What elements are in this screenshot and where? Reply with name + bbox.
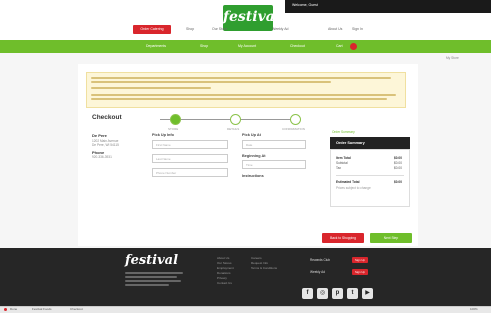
nav-link-sign-in[interactable]: Sign In — [352, 25, 363, 34]
footer-link[interactable]: Our Stores — [217, 261, 232, 265]
phone-input[interactable]: Phone Number — [152, 168, 228, 177]
item-total-value: $0.00 — [394, 156, 402, 160]
next-step-button[interactable]: Next Step — [370, 233, 412, 243]
summary-tag: Order Summary — [332, 130, 355, 134]
step-details[interactable] — [230, 114, 241, 125]
summary-divider — [336, 175, 404, 176]
nav2-shop[interactable]: Shop — [200, 40, 208, 53]
estimated-total-label: Estimated Total — [336, 180, 360, 184]
store-address-line: De Pere, WI 54115 — [92, 143, 119, 147]
instructions-heading: Instructions — [242, 174, 264, 178]
summary-line-value: $0.00 — [394, 166, 402, 170]
footer-logo[interactable]: festival — [125, 253, 178, 268]
nav-link-weekly-ad[interactable]: Weekly Ad — [272, 25, 288, 34]
weekly-ad-label: Weekly Ad — [310, 270, 325, 274]
zoom-level[interactable]: 100% — [470, 307, 478, 311]
summary-line-label: Subtotal — [336, 161, 348, 165]
nav2-departments[interactable]: Departments — [146, 40, 166, 53]
back-to-shopping-button[interactable]: Back to Shopping — [322, 233, 364, 243]
nav2-my-account[interactable]: My Account — [238, 40, 256, 53]
summary-note: Prices subject to change — [336, 186, 371, 190]
status-text: Checkout — [70, 307, 83, 311]
summary-line-label: Tax — [336, 166, 341, 170]
notice-banner — [86, 72, 406, 108]
step-label-store: STORE — [168, 127, 179, 131]
twitter-icon[interactable]: t — [347, 288, 358, 299]
pickup-date-select[interactable]: Date — [242, 140, 306, 149]
store-phone[interactable]: 920-336-3931 — [92, 155, 112, 159]
order-catering-button[interactable]: Order Catering — [133, 25, 171, 34]
pinterest-icon[interactable]: p — [332, 288, 343, 299]
item-total-label: Item Total — [336, 156, 351, 160]
cart-icon[interactable] — [350, 43, 357, 50]
instagram-icon[interactable]: ◎ — [317, 288, 328, 299]
pickup-info-heading: Pick Up Info — [152, 133, 174, 137]
notice-text-line — [91, 81, 331, 83]
footer-link[interactable]: About Us — [217, 256, 229, 260]
footer-link[interactable]: Careers — [251, 256, 262, 260]
footer-blurb-line — [125, 284, 169, 286]
primary-nav: Order Catering Shop Our Store Weekly Ad … — [0, 22, 491, 34]
step-confirmation[interactable] — [290, 114, 301, 125]
nav2-cart[interactable]: Cart — [336, 40, 343, 53]
footer-link[interactable]: Contact Us — [217, 281, 232, 285]
step-label-details: DETAILS — [227, 127, 240, 131]
nav-link-our-store[interactable]: Our Store — [212, 25, 227, 34]
last-name-input[interactable]: Last Name — [152, 154, 228, 163]
my-store-link[interactable]: My Store — [446, 56, 459, 60]
pickup-at-heading: Pick Up At — [242, 133, 261, 137]
notice-text-line — [91, 98, 387, 100]
youtube-icon[interactable]: ▶ — [362, 288, 373, 299]
status-text: Done — [10, 307, 18, 311]
rewards-label: Rewards Club — [310, 258, 331, 262]
summary-line-value: $0.00 — [394, 161, 402, 165]
status-text: Festival Foods — [32, 307, 52, 311]
facebook-icon[interactable]: f — [302, 288, 313, 299]
notice-text-line — [91, 94, 396, 96]
footer-blurb-line — [125, 280, 181, 282]
beginning-at-heading: Beginning At — [242, 154, 266, 158]
estimated-total-value: $0.00 — [394, 180, 402, 184]
footer-link[interactable]: Employment — [217, 266, 234, 270]
site-footer — [0, 248, 491, 306]
summary-title: Order Summary — [330, 137, 410, 149]
welcome-link[interactable]: Welcome, Guest — [292, 3, 318, 7]
footer-link[interactable]: Terms & Conditions — [251, 266, 277, 270]
footer-link[interactable]: Request Info — [251, 261, 268, 265]
step-label-confirmation: CONFIRMATION — [282, 127, 305, 131]
notice-text-line — [91, 77, 391, 79]
status-icon — [4, 308, 7, 311]
notice-text-line — [91, 87, 211, 89]
weekly-ad-signup-button[interactable]: Sign Up — [352, 269, 368, 275]
footer-blurb-line — [125, 276, 177, 278]
secondary-nav: Departments Shop My Account Checkout Car… — [0, 40, 491, 53]
store-name: De Pere — [92, 133, 107, 138]
page-title: Checkout — [92, 114, 122, 121]
nav2-checkout[interactable]: Checkout — [290, 40, 305, 53]
first-name-input[interactable]: First Name — [152, 140, 228, 149]
footer-link[interactable]: Donations — [217, 271, 231, 275]
step-store[interactable] — [170, 114, 181, 125]
footer-link[interactable]: Privacy — [217, 276, 227, 280]
nav-link-shop[interactable]: Shop — [186, 25, 194, 34]
footer-blurb-line — [125, 272, 183, 274]
pickup-time-select[interactable]: Time — [242, 160, 306, 169]
nav-link-about[interactable]: About Us — [328, 25, 342, 34]
rewards-signup-button[interactable]: Sign Up — [352, 257, 368, 263]
